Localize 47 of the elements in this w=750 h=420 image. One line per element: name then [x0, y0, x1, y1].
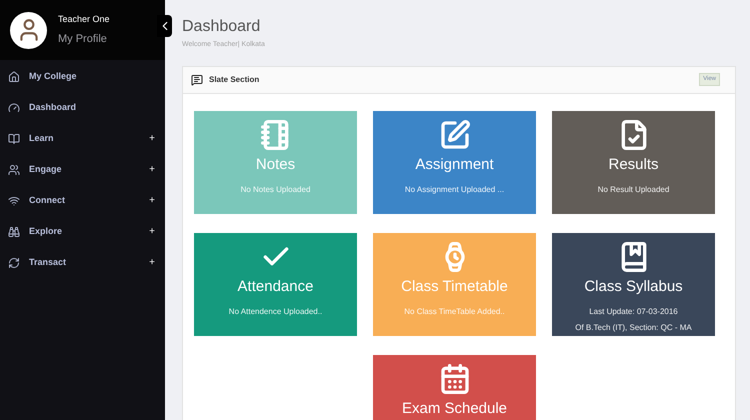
- tile-status: No Assignment Uploaded ...: [404, 184, 504, 196]
- tile-status: No Result Uploaded: [598, 184, 670, 196]
- people-icon: [8, 164, 20, 176]
- profile-name: Teacher One: [58, 12, 110, 26]
- page-title: Dashboard: [182, 17, 262, 37]
- calendar-icon: [438, 362, 470, 394]
- tile-title: Class Syllabus: [584, 276, 683, 296]
- book-icon: [8, 132, 20, 144]
- home-icon: [8, 70, 20, 82]
- sidebar-item[interactable]: Learn +: [0, 123, 165, 154]
- tile-status: No Notes Uploaded: [240, 184, 310, 196]
- panel-title: Slate Section: [209, 74, 260, 86]
- tile-title: Assignment: [415, 154, 494, 174]
- expand-toggle[interactable]: +: [149, 224, 155, 239]
- profile-link[interactable]: My Profile: [58, 31, 110, 48]
- edit-icon: [438, 118, 470, 150]
- sidebar-item[interactable]: Transact +: [0, 247, 165, 278]
- tile-title: Results: [608, 154, 659, 174]
- sidebar-item[interactable]: Dashboard: [0, 92, 165, 123]
- expand-toggle[interactable]: +: [149, 162, 155, 177]
- sidebar-item[interactable]: Engage +: [0, 154, 165, 185]
- slate-tile[interactable]: Attendance No Attendence Uploaded..: [194, 232, 357, 336]
- wifi-icon: [8, 194, 20, 206]
- slate-tile[interactable]: Class Syllabus Last Update: 07-03-2016 Of B.Tech (IT), Section: QC - MA: [552, 232, 715, 336]
- sidebar-item[interactable]: Explore +: [0, 216, 165, 247]
- slate-tile[interactable]: Results No Result Uploaded: [552, 110, 715, 214]
- collapse-button[interactable]: [157, 15, 172, 37]
- sidebar-item[interactable]: My College: [0, 61, 165, 92]
- binoculars-icon: [8, 226, 20, 238]
- tile-title: Exam Schedule: [402, 398, 508, 418]
- tile-title: Attendance: [238, 276, 314, 296]
- tile-status: No Attendence Uploaded..: [228, 306, 322, 318]
- expand-toggle[interactable]: +: [149, 255, 155, 270]
- sidebar-item[interactable]: Connect +: [0, 185, 165, 216]
- tile-status: Last Update: 07-03-2016: [589, 306, 678, 318]
- comment-icon: [191, 74, 203, 86]
- expand-toggle[interactable]: +: [149, 131, 155, 146]
- tile-status: Of B.Tech (IT), Section: QC - MA: [575, 322, 692, 334]
- gauge-icon: [8, 102, 20, 114]
- refresh-icon: [8, 256, 20, 268]
- tile-title: Notes: [256, 154, 296, 174]
- tile-status: No Class TimeTable Added..: [404, 306, 505, 318]
- expand-toggle[interactable]: +: [149, 193, 155, 208]
- slate-tile[interactable]: Assignment No Assignment Uploaded ...: [373, 110, 536, 214]
- notebook-icon: [260, 118, 292, 150]
- slate-tile[interactable]: Exam Schedule: [373, 354, 536, 420]
- tile-title: Class Timetable: [401, 276, 508, 296]
